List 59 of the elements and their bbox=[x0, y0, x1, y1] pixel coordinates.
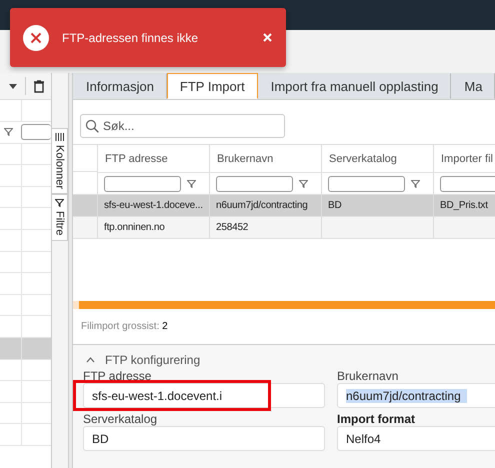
grid-row[interactable] bbox=[0, 316, 51, 338]
input-field[interactable]: BD bbox=[83, 426, 325, 451]
grid-row[interactable] bbox=[0, 338, 51, 360]
chevron-icon[interactable] bbox=[86, 357, 95, 363]
column-header[interactable]: FTP adresse bbox=[97, 145, 209, 172]
column-header[interactable]: Brukernavn bbox=[209, 145, 321, 172]
table-cell: BD_Pris.txt bbox=[433, 195, 495, 217]
side-tab[interactable]: Filtre bbox=[52, 194, 68, 240]
filter-input[interactable] bbox=[104, 176, 181, 192]
field-label: Brukernavn bbox=[337, 369, 400, 383]
grid-row[interactable] bbox=[0, 252, 51, 274]
filter-icon bbox=[55, 199, 64, 208]
error-icon bbox=[23, 24, 49, 50]
search-icon bbox=[85, 119, 99, 133]
field-label: Import format bbox=[337, 412, 416, 426]
grid-row[interactable] bbox=[0, 144, 51, 166]
section-title: FTP konfigurering bbox=[105, 353, 200, 367]
input-field[interactable]: n6uum7jd/contracting bbox=[337, 383, 495, 408]
table-cell: BD bbox=[321, 195, 433, 217]
table-cell: ftp.onninen.no bbox=[97, 217, 209, 239]
grid-row[interactable] bbox=[0, 360, 51, 382]
close-icon[interactable] bbox=[263, 33, 272, 42]
row-selector[interactable] bbox=[73, 195, 97, 217]
grid-row[interactable] bbox=[0, 230, 51, 252]
column-header[interactable]: Serverkatalog bbox=[321, 145, 433, 172]
tab[interactable]: Import fra manuell opplasting bbox=[258, 73, 452, 99]
column-header[interactable]: Importer fil bbox=[433, 145, 495, 172]
filter-input[interactable] bbox=[216, 176, 293, 192]
filter-icon[interactable] bbox=[187, 180, 196, 188]
caret-icon[interactable] bbox=[9, 84, 17, 88]
filter-input[interactable] bbox=[21, 124, 51, 140]
filter-input[interactable] bbox=[440, 176, 495, 192]
side-tab[interactable]: Kolonner bbox=[52, 128, 68, 194]
grid-row[interactable] bbox=[0, 165, 51, 187]
grid-row[interactable] bbox=[0, 273, 51, 295]
filter-input[interactable] bbox=[328, 176, 405, 192]
field-label: Serverkatalog bbox=[83, 412, 158, 426]
table-cell: n6uum7jd/contracting bbox=[209, 195, 321, 217]
trash-icon[interactable] bbox=[34, 80, 44, 92]
filter-icon[interactable] bbox=[411, 180, 420, 188]
row-selector[interactable] bbox=[73, 217, 97, 239]
input-field[interactable]: Nelfo4 bbox=[337, 426, 495, 451]
grid-row[interactable] bbox=[0, 208, 51, 230]
grid-row[interactable] bbox=[0, 294, 51, 316]
toast-message: FTP-adressen finnes ikke bbox=[62, 30, 200, 44]
table-cell: sfs-eu-west-1.doceve... bbox=[97, 195, 209, 217]
input-field[interactable]: sfs-eu-west-1.docevent.i bbox=[83, 383, 325, 408]
table-cell: 258452 bbox=[209, 217, 321, 239]
columns-icon bbox=[55, 133, 64, 141]
record-count: Filimport grossist: 2 bbox=[80, 321, 169, 334]
grid-row[interactable] bbox=[0, 402, 51, 424]
field-label: FTP adresse bbox=[83, 369, 152, 383]
search-field[interactable]: Søk... bbox=[80, 114, 285, 138]
grid-row[interactable] bbox=[0, 186, 51, 208]
filter-icon[interactable] bbox=[4, 128, 13, 136]
filter-icon[interactable] bbox=[299, 180, 308, 188]
tab[interactable]: FTP Import bbox=[166, 73, 258, 99]
grid-row[interactable] bbox=[0, 381, 51, 403]
grid-row[interactable] bbox=[0, 424, 51, 446]
